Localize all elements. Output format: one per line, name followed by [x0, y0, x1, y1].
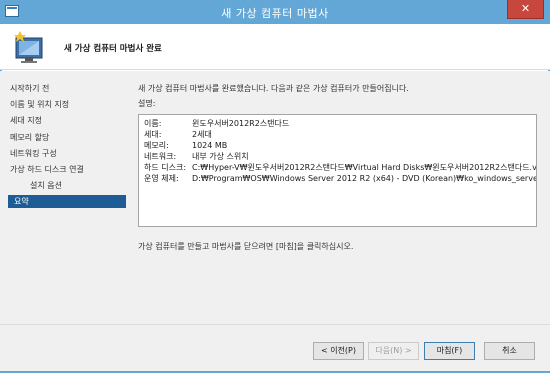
sidebar-item-generation[interactable]: 세대 지정: [8, 114, 126, 127]
summary-row: 하드 디스크: C:₩Hyper-V₩윈도우서버2012R2스탠다드₩Virtua…: [144, 162, 537, 173]
summary-key: 운영 체제:: [144, 174, 179, 183]
window-title: 새 가상 컴퓨터 마법사: [221, 7, 329, 20]
summary-content: 새 가상 컴퓨터 마법사를 완료했습니다. 다음과 같은 가상 컴퓨터가 만들어…: [138, 83, 542, 251]
summary-row: 이름: 윈도우서버2012R2스탠다드: [144, 118, 289, 129]
summary-key: 메모리:: [144, 141, 169, 150]
summary-row: 메모리: 1024 MB: [144, 140, 227, 151]
sidebar-item-memory[interactable]: 메모리 할당: [8, 131, 126, 144]
summary-key: 하드 디스크:: [144, 163, 187, 172]
summary-key: 이름:: [144, 119, 162, 128]
summary-value: 1024 MB: [192, 141, 228, 150]
summary-key: 세대:: [144, 130, 162, 139]
wizard-body: 시작하기 전 이름 및 위치 지정 세대 지정 메모리 할당 네트워킹 구성 가…: [0, 71, 550, 324]
finish-instruction-text: 가상 컴퓨터를 만들고 마법사를 닫으려면 [마침]을 클릭하십시오.: [138, 242, 354, 251]
sidebar-item-networking[interactable]: 네트워킹 구성: [8, 147, 126, 160]
close-button[interactable]: ✕: [507, 0, 544, 19]
summary-value: D:₩Program₩OS₩Windows Server 2012 R2 (x6…: [192, 174, 536, 183]
wizard-button-bar: < 이전(P) 다음(N) > 마침(F) 취소: [0, 324, 550, 373]
wizard-steps-nav: 시작하기 전 이름 및 위치 지정 세대 지정 메모리 할당 네트워킹 구성 가…: [8, 82, 126, 212]
cancel-button[interactable]: 취소: [484, 342, 535, 360]
summary-row: 네트워크: 내부 가상 스위치: [144, 151, 249, 162]
summary-value: C:₩Hyper-V₩윈도우서버2012R2스탠다드₩Virtual Hard …: [192, 163, 537, 172]
sidebar-item-name-location[interactable]: 이름 및 위치 지정: [8, 98, 126, 111]
wizard-header: 새 가상 컴퓨터 마법사 완료: [0, 24, 550, 70]
sidebar-item-virtual-hard-disk[interactable]: 가상 하드 디스크 연결: [8, 163, 126, 176]
summary-row: 운영 체제: D:₩Program₩OS₩Windows Server 2012 …: [144, 173, 536, 184]
sidebar-item-install-options[interactable]: 설치 옵션: [8, 179, 126, 192]
summary-key: 네트워크:: [144, 152, 177, 161]
summary-value: 윈도우서버2012R2스탠다드: [192, 119, 290, 128]
summary-value: 2세대: [192, 130, 212, 139]
computer-wizard-icon: [12, 28, 52, 70]
description-label: 설명:: [138, 99, 156, 108]
summary-row: 세대: 2세대: [144, 129, 212, 140]
previous-button[interactable]: < 이전(P): [313, 342, 364, 360]
title-bar: 새 가상 컴퓨터 마법사 ✕: [0, 0, 550, 24]
finish-button[interactable]: 마침(F): [424, 342, 475, 360]
intro-text: 새 가상 컴퓨터 마법사를 완료했습니다. 다음과 같은 가상 컴퓨터가 만들어…: [138, 84, 409, 93]
summary-text-box[interactable]: 이름: 윈도우서버2012R2스탠다드 세대: 2세대 메모리: 1024 MB 네트…: [138, 114, 537, 227]
next-button[interactable]: 다음(N) >: [368, 342, 419, 360]
summary-value: 내부 가상 스위치: [192, 152, 249, 161]
sidebar-item-before-you-begin[interactable]: 시작하기 전: [8, 82, 126, 95]
wizard-page-title: 새 가상 컴퓨터 마법사 완료: [64, 44, 162, 54]
sidebar-item-summary[interactable]: 요약: [8, 195, 126, 209]
